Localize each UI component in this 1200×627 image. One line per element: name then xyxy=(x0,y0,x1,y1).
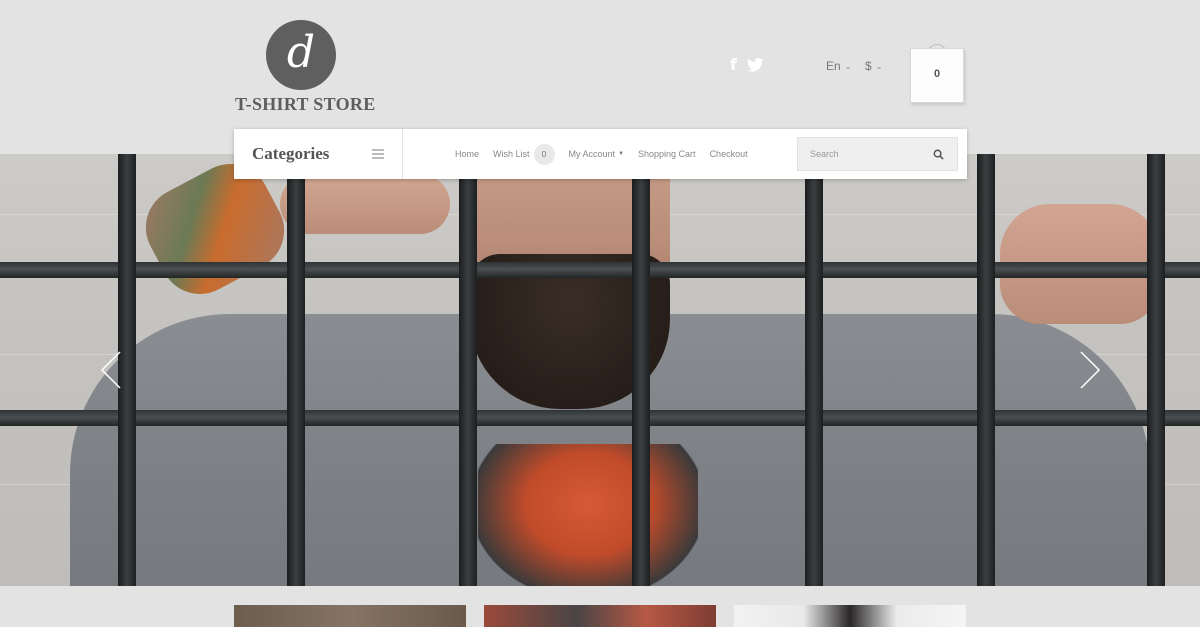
fence-bar xyxy=(977,154,995,586)
currency-select[interactable]: $ ⌄ xyxy=(865,59,882,73)
banner-thumbnail[interactable] xyxy=(734,605,966,627)
account-label: My Account xyxy=(568,149,616,159)
categories-toggle[interactable]: Categories xyxy=(234,129,403,179)
banner-thumbnail[interactable] xyxy=(234,605,466,627)
slide-shirt-graphic xyxy=(478,444,698,586)
search-box xyxy=(797,137,958,171)
slider-next-button[interactable] xyxy=(1073,350,1103,390)
logo-letter: d xyxy=(286,27,316,78)
hero-slider xyxy=(0,154,1200,586)
social-links: f xyxy=(730,55,764,74)
cart-count: 0 xyxy=(933,68,941,80)
fence-bar xyxy=(632,154,650,586)
logo[interactable]: d xyxy=(266,20,336,90)
categories-label: Categories xyxy=(252,144,330,163)
store-name[interactable]: T-SHIRT STORE xyxy=(235,94,376,115)
language-select[interactable]: En ⌄ xyxy=(826,59,851,73)
caret-down-icon: ▼ xyxy=(618,151,625,157)
currency-value: $ xyxy=(865,59,872,73)
fence-bar xyxy=(805,154,823,586)
facebook-icon[interactable]: f xyxy=(730,55,737,74)
chevron-down-icon: ⌄ xyxy=(875,62,883,71)
menu-checkout[interactable]: Checkout xyxy=(710,149,748,159)
chevron-right-icon xyxy=(1080,351,1101,389)
chevron-left-icon xyxy=(100,351,121,389)
menu-my-account[interactable]: My Account ▼ xyxy=(569,149,624,159)
chevron-down-icon: ⌄ xyxy=(844,62,852,71)
cart-button[interactable]: 0 xyxy=(910,44,965,104)
wishlist-count-badge: 0 xyxy=(533,143,555,165)
banner-thumbnail[interactable] xyxy=(484,605,716,627)
slide-hand-left xyxy=(280,174,450,234)
fence-bar xyxy=(1147,154,1165,586)
search-icon xyxy=(933,149,944,160)
slider-prev-button[interactable] xyxy=(98,350,128,390)
menu-wishlist[interactable]: Wish List 0 xyxy=(493,143,555,165)
search-input[interactable] xyxy=(798,149,923,159)
wishlist-label: Wish List xyxy=(493,149,530,159)
main-navbar: Categories Home Wish List 0 My Account ▼… xyxy=(234,129,967,179)
fence-bar xyxy=(0,410,1200,426)
fence-bar xyxy=(459,154,477,586)
language-value: En xyxy=(826,59,841,73)
fence-bar xyxy=(287,154,305,586)
menu-icon xyxy=(372,149,384,159)
fence-bar xyxy=(0,262,1200,278)
menu-home[interactable]: Home xyxy=(455,149,479,159)
twitter-icon[interactable] xyxy=(746,57,764,72)
search-button[interactable] xyxy=(923,138,953,170)
menu-shopping-cart[interactable]: Shopping Cart xyxy=(638,149,696,159)
top-menu: Home Wish List 0 My Account ▼ Shopping C… xyxy=(455,143,762,165)
